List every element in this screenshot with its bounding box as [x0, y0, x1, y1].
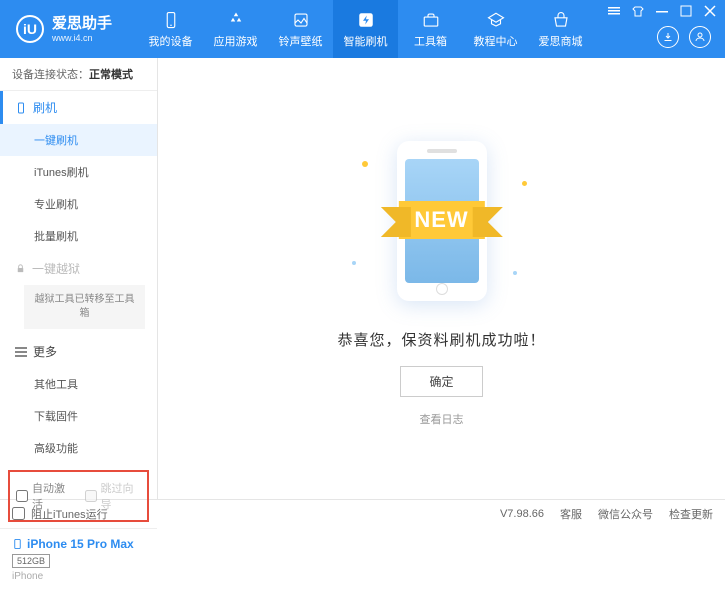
main-nav: 我的设备 应用游戏 铃声壁纸 智能刷机 工具箱 教程中心 爱思商城 [138, 0, 593, 58]
sidebar-item-download-firmware[interactable]: 下载固件 [0, 400, 157, 432]
ok-button[interactable]: 确定 [400, 366, 482, 397]
logo-icon: iU [16, 15, 44, 43]
success-message: 恭喜您，保资料刷机成功啦！ [337, 329, 545, 350]
sidebar-item-oneclick-flash[interactable]: 一键刷机 [0, 124, 157, 156]
app-url: www.i4.cn [52, 33, 112, 44]
app-logo: iU 爱思助手 www.i4.cn [0, 15, 128, 44]
phone-icon [15, 102, 27, 114]
sidebar-item-batch-flash[interactable]: 批量刷机 [0, 220, 157, 252]
phone-icon [161, 10, 181, 30]
device-name: iPhone 15 Pro Max [27, 537, 134, 551]
lock-icon [15, 263, 26, 274]
store-icon [551, 10, 571, 30]
sidebar-item-other-tools[interactable]: 其他工具 [0, 368, 157, 400]
nav-apps-games[interactable]: 应用游戏 [203, 0, 268, 58]
footer-link-update[interactable]: 检查更新 [669, 506, 713, 522]
nav-toolbox[interactable]: 工具箱 [398, 0, 463, 58]
view-log-link[interactable]: 查看日志 [420, 411, 464, 427]
main-content: NEW 恭喜您，保资料刷机成功啦！ 确定 查看日志 [158, 58, 725, 499]
download-button[interactable] [657, 26, 679, 48]
minimize-button[interactable] [655, 4, 669, 18]
app-header: iU 爱思助手 www.i4.cn 我的设备 应用游戏 铃声壁纸 智能刷机 工具… [0, 0, 725, 58]
sidebar-item-itunes-flash[interactable]: iTunes刷机 [0, 156, 157, 188]
version-label: V7.98.66 [500, 508, 544, 520]
device-storage: 512GB [12, 554, 50, 568]
nav-smart-flash[interactable]: 智能刷机 [333, 0, 398, 58]
sidebar: 设备连接状态：正常模式 刷机 一键刷机 iTunes刷机 专业刷机 批量刷机 一… [0, 58, 158, 499]
phone-icon [12, 537, 23, 551]
nav-tutorials[interactable]: 教程中心 [463, 0, 528, 58]
maximize-button[interactable] [679, 4, 693, 18]
toolbox-icon [421, 10, 441, 30]
sidebar-item-advanced[interactable]: 高级功能 [0, 432, 157, 464]
sidebar-section-jailbreak: 一键越狱 [0, 252, 157, 285]
user-button[interactable] [689, 26, 711, 48]
hamburger-icon [15, 346, 27, 358]
wallpaper-icon [291, 10, 311, 30]
nav-my-device[interactable]: 我的设备 [138, 0, 203, 58]
jailbreak-note: 越狱工具已转移至工具箱 [24, 285, 145, 329]
graduation-icon [486, 10, 506, 30]
footer-link-wechat[interactable]: 微信公众号 [598, 506, 653, 522]
new-ribbon: NEW [398, 201, 484, 239]
device-info[interactable]: iPhone 15 Pro Max 512GB iPhone [0, 528, 157, 590]
success-illustration: NEW [342, 131, 542, 311]
sidebar-section-more[interactable]: 更多 [0, 335, 157, 368]
sidebar-section-flash[interactable]: 刷机 [0, 91, 157, 124]
apps-icon [226, 10, 246, 30]
app-title: 爱思助手 [52, 15, 112, 33]
footer-link-support[interactable]: 客服 [560, 506, 582, 522]
nav-ringtone-wallpaper[interactable]: 铃声壁纸 [268, 0, 333, 58]
checkbox-block-itunes[interactable]: 阻止iTunes运行 [12, 506, 108, 522]
menu-icon[interactable] [607, 4, 621, 18]
flash-icon [356, 10, 376, 30]
skin-icon[interactable] [631, 4, 645, 18]
window-controls [607, 4, 717, 18]
close-button[interactable] [703, 4, 717, 18]
sidebar-item-pro-flash[interactable]: 专业刷机 [0, 188, 157, 220]
device-type: iPhone [12, 571, 145, 582]
nav-store[interactable]: 爱思商城 [528, 0, 593, 58]
device-connection-status: 设备连接状态：正常模式 [0, 58, 157, 91]
